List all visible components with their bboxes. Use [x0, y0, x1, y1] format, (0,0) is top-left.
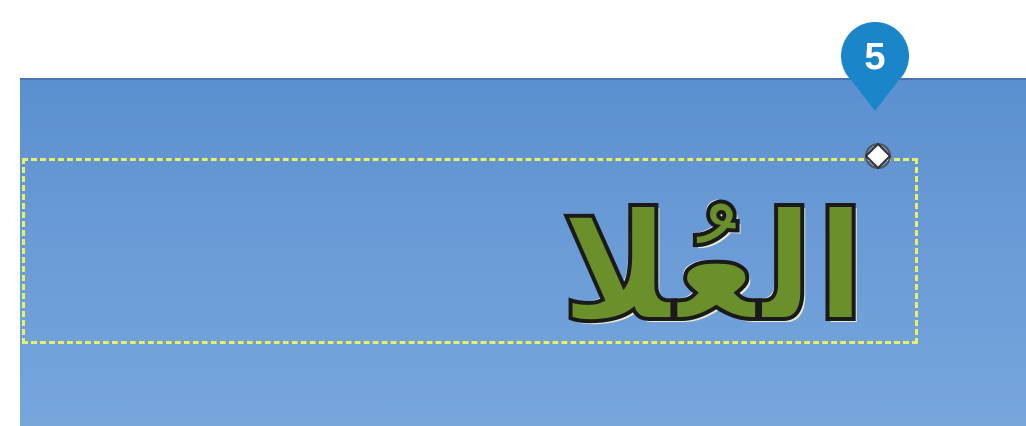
step-badge-number: 5 [864, 35, 886, 78]
arabic-text-layer[interactable]: العُلا [558, 185, 915, 350]
transform-handle-icon[interactable] [863, 141, 893, 171]
